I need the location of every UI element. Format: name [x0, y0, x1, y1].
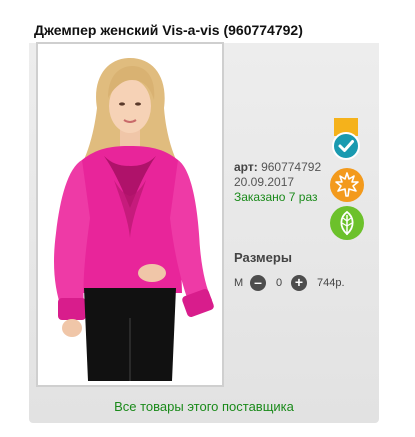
product-photo[interactable]	[42, 48, 218, 381]
increase-qty-button[interactable]: +	[291, 275, 307, 291]
product-card: Джемпер женский Vis-a-vis (960774792) ар…	[29, 17, 379, 423]
model-illustration	[54, 58, 214, 381]
supplier-all-products-link[interactable]: Все товары этого поставщика	[29, 399, 379, 414]
check-ribbon-icon	[331, 118, 361, 165]
decrease-qty-button[interactable]: –	[250, 275, 266, 291]
maple-leaf-icon	[329, 167, 365, 208]
product-photo-frame[interactable]	[36, 42, 224, 387]
article-label: арт:	[234, 160, 258, 174]
article-line: арт: 960774792	[234, 160, 321, 175]
article-value: 960774792	[261, 160, 322, 174]
product-title[interactable]: Джемпер женский Vis-a-vis (960774792)	[29, 17, 379, 43]
leaf-icon	[329, 205, 365, 246]
sizes-label: Размеры	[234, 250, 292, 265]
size-price: 744р.	[317, 277, 345, 289]
size-name: M	[234, 277, 244, 289]
product-info: арт: 960774792 20.09.2017 Заказано 7 раз	[234, 160, 321, 205]
size-qty[interactable]: 0	[276, 275, 282, 291]
product-date: 20.09.2017	[234, 175, 295, 189]
ordered-count: Заказано 7 раз	[234, 190, 318, 204]
